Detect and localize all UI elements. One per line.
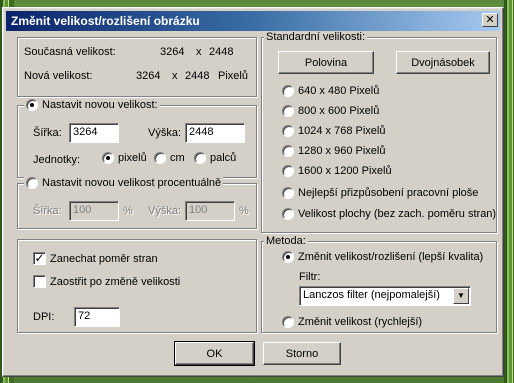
method-fast-radio[interactable] (282, 316, 294, 328)
unit-option-inches[interactable]: palců (194, 152, 236, 164)
current-width-value: 3264 (160, 46, 185, 58)
size-option-desktop[interactable]: Velikost plochy (bez zach. poměru stran) (282, 208, 496, 220)
dpi-label: DPI: (33, 311, 55, 323)
size-option-800[interactable]: 800 x 600 Pixelů (282, 105, 379, 117)
current-size-group: Současná velikost: 3264 x 2448 Nová veli… (17, 37, 257, 97)
size-option-640[interactable]: 640 x 480 Pixelů (282, 85, 379, 97)
size-desktop-radio[interactable] (282, 208, 294, 220)
absolute-size-group: Nastavit novou velikost: Šířka: 3264 Výš… (17, 99, 257, 178)
percent-height-input[interactable]: 100 (185, 201, 235, 221)
unit-inches-label: palců (210, 152, 237, 164)
new-width-value: 3264 (136, 70, 161, 82)
current-size-label: Současná velikost: (24, 46, 116, 58)
close-icon: ✕ (485, 14, 495, 26)
current-x-separator: x (196, 46, 202, 58)
unit-inches-radio[interactable] (194, 152, 206, 164)
method-best-quality-label: Změnit velikost/rozlišení (lepší kvalita… (298, 251, 484, 263)
half-size-button[interactable]: Polovina (278, 51, 374, 74)
size-option-1600[interactable]: 1600 x 1200 Pixelů (282, 165, 392, 177)
size-option-best-fit[interactable]: Nejlepší přizpůsobení pracovní ploše (282, 187, 478, 199)
size-best-fit-radio[interactable] (282, 187, 294, 199)
current-height-value: 2448 (209, 46, 234, 58)
size-desktop-label: Velikost plochy (bez zach. poměru stran) (298, 208, 497, 220)
method-group: Metoda: Změnit velikost/rozlišení (lepší… (261, 235, 497, 333)
percent-width-label: Šířka: (33, 205, 62, 217)
size-option-1280[interactable]: 1280 x 960 Pixelů (282, 145, 385, 157)
height-label: Výška: (148, 127, 182, 139)
keep-ratio-label: Zanechat poměr stran (50, 252, 158, 265)
percent-size-radio[interactable] (26, 177, 38, 189)
sharpen-label: Zaostřit po změně velikosti (50, 275, 181, 288)
size-1024-radio[interactable] (282, 125, 294, 137)
unit-option-pixels[interactable]: pixelů (102, 152, 147, 164)
size-1280-label: 1280 x 960 Pixelů (298, 145, 386, 157)
size-1600-radio[interactable] (282, 165, 294, 177)
size-best-fit-label: Nejlepší přizpůsobení pracovní ploše (298, 187, 479, 199)
height-input[interactable]: 2448 (185, 123, 245, 143)
close-button[interactable]: ✕ (482, 13, 498, 27)
method-best-quality-option[interactable]: Změnit velikost/rozlišení (lepší kvalita… (282, 251, 483, 263)
unit-pixels-label: pixelů (118, 152, 147, 164)
method-fast-label: Změnit velikost (rychlejší) (298, 316, 423, 328)
method-best-quality-radio[interactable] (282, 251, 294, 263)
size-option-1024[interactable]: 1024 x 768 Pixelů (282, 125, 385, 137)
method-legend: Metoda: (266, 235, 306, 247)
unit-pixels-radio[interactable] (102, 152, 114, 164)
size-800-label: 800 x 600 Pixelů (298, 105, 380, 117)
cancel-button[interactable]: Storno (263, 342, 341, 365)
window-title: Změnit velikost/rozlišení obrázku (11, 14, 200, 28)
size-1280-radio[interactable] (282, 145, 294, 157)
title-bar[interactable]: Změnit velikost/rozlišení obrázku ✕ (6, 11, 500, 31)
absolute-size-legend: Nastavit novou velikost: (42, 99, 158, 111)
size-800-radio[interactable] (282, 105, 294, 117)
options-group: ✓ Zanechat poměr stran Zaostřit po změně… (17, 239, 257, 333)
method-fast-option[interactable]: Změnit velikost (rychlejší) (282, 316, 422, 328)
background-foliage-right (504, 0, 514, 383)
new-size-label: Nová velikost: (24, 70, 93, 82)
chevron-down-icon[interactable]: ▼ (453, 288, 469, 304)
size-640-radio[interactable] (282, 85, 294, 97)
percent-width-input[interactable]: 100 (69, 201, 119, 221)
dpi-input[interactable]: 72 (74, 307, 120, 327)
percent-size-legend: Nastavit novou velikost procentuálně (42, 177, 222, 189)
standard-sizes-group: Standardní velikosti: Polovina Dvojnásob… (261, 31, 497, 233)
filter-select-value: Lanczos filter (nejpomalejší) (303, 289, 440, 301)
unit-cm-radio[interactable] (154, 152, 166, 164)
standard-sizes-legend: Standardní velikosti: (266, 31, 366, 43)
units-label: Jednotky: (33, 154, 81, 166)
double-size-button[interactable]: Dvojnásobek (396, 51, 490, 74)
absolute-size-radio[interactable] (26, 99, 38, 111)
sharpen-checkbox[interactable] (33, 275, 46, 288)
percent-size-group: Nastavit novou velikost procentuálně Šíř… (17, 177, 257, 229)
width-label: Šířka: (33, 127, 62, 139)
unit-option-cm[interactable]: cm (154, 152, 185, 164)
resize-dialog: Změnit velikost/rozlišení obrázku ✕ Souč… (2, 7, 504, 377)
percent-width-unit: % (123, 205, 133, 217)
percent-height-unit: % (239, 205, 249, 217)
size-640-label: 640 x 480 Pixelů (298, 85, 380, 97)
percent-height-label: Výška: (148, 205, 182, 217)
size-1600-label: 1600 x 1200 Pixelů (298, 165, 392, 177)
new-size-unit: Pixelů (218, 70, 248, 82)
width-input[interactable]: 3264 (69, 123, 119, 143)
keep-ratio-checkbox[interactable]: ✓ (33, 252, 46, 265)
size-1024-label: 1024 x 768 Pixelů (298, 125, 386, 137)
ok-button[interactable]: OK (174, 341, 255, 366)
new-x-separator: x (172, 70, 178, 82)
sharpen-option[interactable]: Zaostřit po změně velikosti (33, 275, 180, 288)
new-height-value: 2448 (185, 70, 210, 82)
keep-ratio-option[interactable]: ✓ Zanechat poměr stran (33, 252, 158, 265)
filter-label: Filtr: (299, 271, 321, 283)
filter-select[interactable]: Lanczos filter (nejpomalejší) ▼ (299, 286, 471, 306)
unit-cm-label: cm (170, 152, 185, 164)
